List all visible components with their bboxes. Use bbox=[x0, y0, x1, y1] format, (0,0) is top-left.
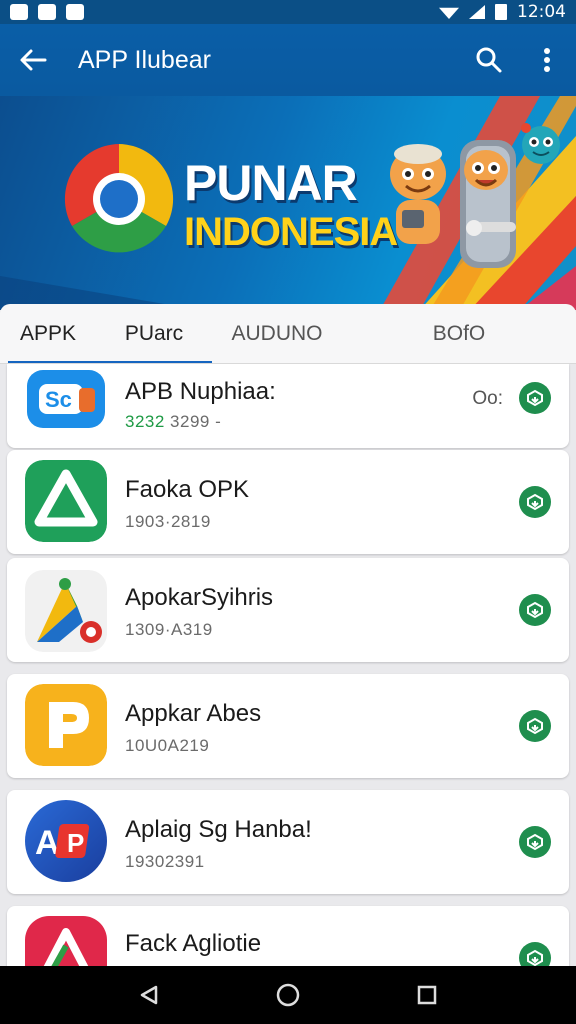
app-icon bbox=[25, 684, 107, 766]
search-icon bbox=[476, 47, 502, 73]
app-bar: APP Ilubear bbox=[0, 24, 576, 96]
app-icon bbox=[25, 460, 107, 542]
app-icon bbox=[25, 570, 107, 652]
download-icon bbox=[527, 389, 543, 407]
app-meta: 1309·A319 bbox=[125, 620, 213, 639]
download-icon bbox=[527, 493, 543, 511]
download-button[interactable] bbox=[519, 486, 551, 518]
status-time: 12:04 bbox=[517, 2, 566, 22]
arrow-back-icon bbox=[20, 49, 47, 71]
app-extra: Oo: bbox=[472, 388, 503, 409]
notification-icon bbox=[38, 4, 56, 20]
list-item[interactable]: Faoka OPK 1903·2819 bbox=[7, 450, 569, 554]
tab-label: APPK bbox=[19, 322, 77, 345]
app-meta: 3232 3299 - bbox=[125, 412, 221, 432]
tab-label: AUDUNO bbox=[231, 322, 323, 345]
app-meta-accent: 3232 bbox=[125, 412, 165, 431]
download-icon bbox=[527, 717, 543, 735]
nav-recents-icon bbox=[417, 985, 436, 1005]
download-icon bbox=[527, 833, 543, 851]
download-icon bbox=[527, 601, 543, 619]
system-icons: 12:04 bbox=[439, 2, 566, 22]
app-icon: A P bbox=[25, 800, 107, 882]
app-name: Fack Agliotie bbox=[125, 930, 262, 957]
nav-back-button[interactable] bbox=[119, 966, 179, 1024]
category-tabs: APPK PUarc AUDUNO BOfO bbox=[0, 304, 576, 364]
app-name: Aplaig Sg Hanba! bbox=[125, 816, 312, 843]
list-item[interactable]: A P Aplaig Sg Hanba! 19302391 bbox=[7, 790, 569, 894]
banner-title-line1: PUNAR bbox=[184, 155, 358, 211]
list-item[interactable]: Appkar Abes 10U0A219 bbox=[7, 674, 569, 778]
more-options-button[interactable] bbox=[518, 24, 576, 96]
mascot-robot-icon bbox=[460, 140, 516, 268]
svg-text:P: P bbox=[67, 828, 84, 858]
tab-apk[interactable]: APPK bbox=[0, 304, 96, 364]
nav-recents-button[interactable] bbox=[397, 966, 457, 1024]
list-item[interactable]: Sc APB Nuphiaa: 3232 3299 - Oo: bbox=[7, 364, 569, 448]
download-button[interactable] bbox=[519, 382, 551, 414]
status-bar: 12:04 bbox=[0, 0, 576, 24]
tab-puarc[interactable]: PUarc bbox=[96, 304, 212, 364]
tab-label: BOfO bbox=[432, 322, 486, 345]
app-name: Appkar Abes bbox=[125, 700, 262, 727]
download-button[interactable] bbox=[519, 826, 551, 858]
app-meta: 1903·2819 bbox=[125, 512, 211, 531]
wifi-icon bbox=[439, 7, 459, 19]
system-nav-bar bbox=[0, 966, 576, 1024]
download-button[interactable] bbox=[519, 942, 551, 966]
tab-bofo[interactable]: BOfO bbox=[342, 304, 576, 364]
download-button[interactable] bbox=[519, 710, 551, 742]
app-name: ApokarSyihris bbox=[125, 584, 274, 611]
download-icon bbox=[527, 949, 543, 966]
app-bar-actions bbox=[460, 24, 576, 96]
app-name: Faoka OPK bbox=[125, 476, 250, 503]
back-button[interactable] bbox=[0, 24, 66, 96]
search-button[interactable] bbox=[460, 24, 518, 96]
notification-icon bbox=[10, 4, 28, 20]
battery-icon bbox=[495, 4, 507, 20]
download-button[interactable] bbox=[519, 594, 551, 626]
nav-home-button[interactable] bbox=[258, 966, 318, 1024]
app-meta: 19302391 bbox=[125, 852, 205, 871]
notification-icon bbox=[66, 4, 84, 20]
tab-auduno[interactable]: AUDUNO bbox=[212, 304, 342, 364]
more-vert-icon bbox=[544, 48, 550, 72]
mascot-monster-icon bbox=[521, 123, 560, 164]
promo-banner[interactable]: PUNAR INDONESIA bbox=[0, 96, 576, 310]
app-icon bbox=[25, 916, 107, 966]
app-meta-rest: 3299 - bbox=[164, 412, 222, 431]
app-list[interactable]: Sc APB Nuphiaa: 3232 3299 - Oo: Faoka OP… bbox=[0, 364, 576, 966]
tab-label: PUarc bbox=[124, 322, 184, 345]
notification-icons bbox=[10, 4, 84, 20]
signal-icon bbox=[469, 5, 485, 19]
list-item[interactable]: ApokarSyihris 1309·A319 bbox=[7, 558, 569, 662]
chrome-logo-icon bbox=[64, 144, 174, 253]
banner-title-line2: INDONESIA bbox=[184, 210, 398, 254]
app-name: APB Nuphiaa: bbox=[125, 378, 276, 405]
app-meta: 10U0A219 bbox=[125, 736, 210, 755]
nav-back-icon bbox=[141, 985, 158, 1005]
nav-home-icon bbox=[276, 983, 300, 1007]
svg-text:Sc: Sc bbox=[45, 387, 72, 412]
app-icon: Sc bbox=[25, 364, 107, 440]
app-bar-title: APP Ilubear bbox=[78, 45, 211, 74]
list-item[interactable]: Fack Agliotie bbox=[7, 906, 569, 966]
